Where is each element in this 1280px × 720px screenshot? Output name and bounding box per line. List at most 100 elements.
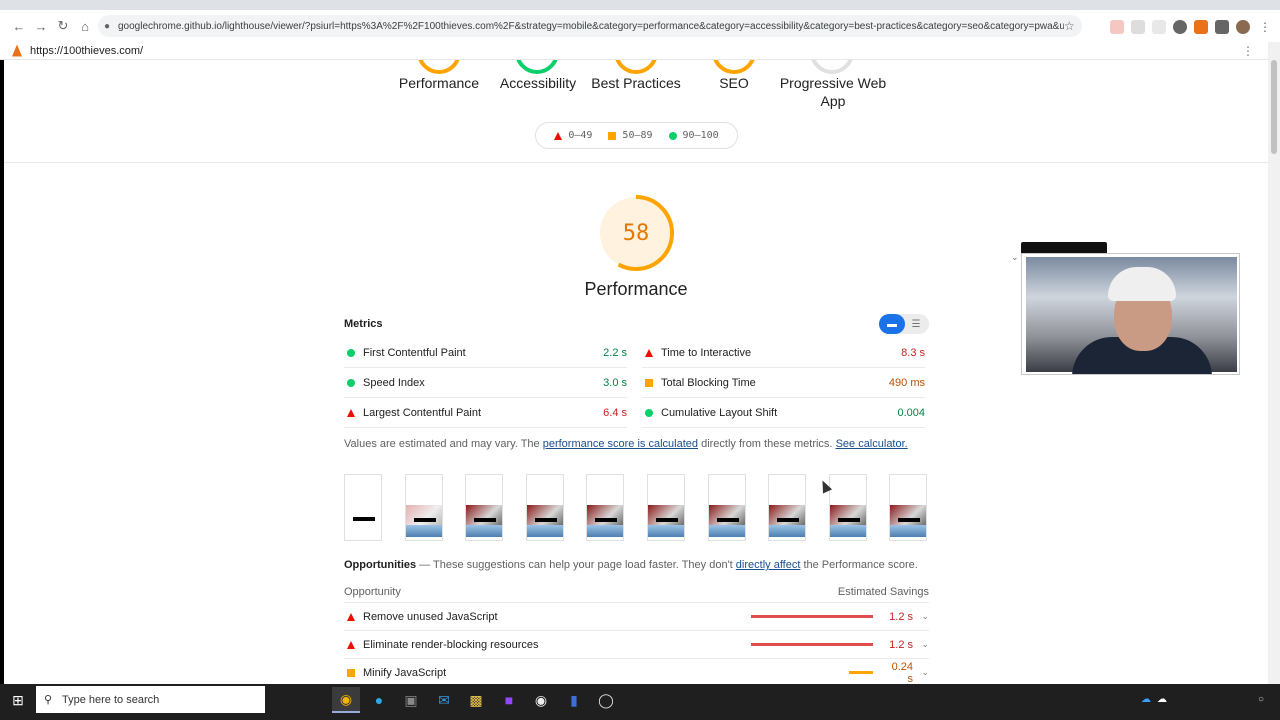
taskbar-search[interactable]: ⚲ Type here to search	[36, 686, 265, 713]
category-label[interactable]: Performance	[384, 74, 494, 92]
metric-row: First Contentful Paint 2.2 s	[344, 338, 627, 368]
filmstrip-frame	[768, 474, 807, 541]
performance-gauge[interactable]	[417, 60, 461, 74]
extension-icon[interactable]	[1173, 20, 1187, 34]
savings-bar	[849, 671, 873, 674]
extension-icon[interactable]	[1110, 20, 1124, 34]
see-calculator-link[interactable]: See calculator.	[836, 438, 908, 450]
column-savings: Estimated Savings	[837, 586, 929, 598]
metrics-view-toggle[interactable]: ▬ ☰	[879, 314, 929, 334]
category-label[interactable]: Best Practices	[581, 74, 691, 92]
metric-row: Largest Contentful Paint 6.4 s	[344, 398, 627, 428]
opportunity-savings: 0.24 s	[891, 660, 913, 685]
explorer-app-icon[interactable]: ▩	[462, 687, 490, 713]
category-label[interactable]: Progressive Web App	[778, 74, 888, 110]
docs-app-icon[interactable]: ▮	[560, 687, 588, 713]
reload-icon[interactable]: ↻	[52, 15, 74, 37]
webcam-video	[1026, 257, 1237, 374]
twitch-app-icon[interactable]: ■	[495, 687, 523, 713]
legend-average: 50–89	[622, 130, 653, 141]
obs-app-icon[interactable]: ◯	[592, 687, 620, 713]
average-square-icon	[645, 378, 653, 387]
fail-triangle-icon	[347, 408, 355, 417]
column-opportunity: Opportunity	[344, 586, 401, 598]
opportunities-header: Opportunities — These suggestions can he…	[344, 559, 944, 571]
edge-app-icon[interactable]: ●	[365, 687, 393, 713]
metric-name: Speed Index	[363, 376, 425, 389]
metric-value: 0.004	[897, 406, 925, 419]
opportunity-row[interactable]: Minify JavaScript 0.24 s ⌄	[344, 659, 929, 684]
scrollbar-thumb[interactable]	[1271, 60, 1277, 154]
fail-triangle-icon	[554, 131, 563, 140]
opportunities-desc: the Performance score.	[800, 559, 918, 571]
filmstrip-frame	[707, 474, 746, 541]
lock-icon: ●	[104, 20, 111, 32]
pass-circle-icon	[668, 131, 677, 140]
directly-affect-link[interactable]: directly affect	[736, 559, 801, 571]
address-bar[interactable]: ● googlechrome.github.io/lighthouse/view…	[98, 15, 1082, 37]
metric-name: Total Blocking Time	[661, 376, 756, 389]
seo-gauge[interactable]	[712, 60, 756, 74]
store-app-icon[interactable]: ▣	[397, 687, 425, 713]
expanded-view-icon[interactable]: ☰	[906, 314, 926, 334]
forward-icon[interactable]: →	[30, 15, 52, 37]
best-practices-gauge[interactable]	[614, 60, 658, 74]
fail-triangle-icon	[645, 348, 653, 357]
tab-strip	[0, 0, 1280, 10]
report-url[interactable]: https://100thieves.com/	[30, 45, 143, 57]
extension-icon[interactable]	[1131, 20, 1145, 34]
filmstrip-frame	[828, 474, 867, 541]
cloud-icon[interactable]: ☁	[1157, 694, 1167, 705]
pwa-gauge[interactable]	[810, 60, 854, 74]
page-scrollbar[interactable]	[1268, 42, 1280, 684]
app-icon[interactable]: ◉	[527, 687, 555, 713]
filmstrip-frame	[586, 474, 625, 541]
onedrive-icon[interactable]: ☁	[1141, 694, 1151, 705]
lighthouse-extension-icon[interactable]	[1194, 20, 1208, 34]
performance-score: 58	[622, 220, 650, 246]
score-calculated-link[interactable]: performance score is calculated	[543, 438, 698, 450]
back-icon[interactable]: ←	[8, 15, 30, 37]
home-icon[interactable]: ⌂	[74, 15, 96, 37]
search-placeholder: Type here to search	[62, 693, 160, 706]
opportunity-savings: 1.2 s	[889, 638, 913, 651]
fail-triangle-icon	[347, 612, 355, 621]
opportunity-row[interactable]: Remove unused JavaScript 1.2 s ⌄	[344, 603, 929, 631]
address-url[interactable]: googlechrome.github.io/lighthouse/viewer…	[118, 21, 1064, 32]
opportunity-name: Minify JavaScript	[363, 666, 447, 679]
report-menu-icon[interactable]: ⋮	[1242, 44, 1254, 58]
savings-bar	[751, 643, 873, 646]
start-icon[interactable]: ⊞	[4, 687, 32, 713]
compact-view-icon[interactable]: ▬	[879, 314, 905, 334]
filmstrip-frame	[525, 474, 564, 541]
chevron-down-icon[interactable]: ⌄	[913, 639, 929, 650]
opportunity-row[interactable]: Eliminate render-blocking resources 1.2 s…	[344, 631, 929, 659]
opportunities-desc: — These suggestions can help your page l…	[416, 559, 736, 571]
metric-value: 490 ms	[888, 376, 925, 389]
metrics-title: Metrics	[344, 318, 383, 330]
metrics-header: Metrics ▬ ☰	[344, 314, 929, 336]
accessibility-gauge[interactable]	[515, 60, 559, 74]
profile-avatar[interactable]	[1236, 20, 1250, 34]
bookmark-star-icon[interactable]: ☆	[1064, 19, 1082, 33]
windows-taskbar: ⊞ ⚲ Type here to search ◉ ● ▣ ✉ ▩ ■ ◉ ▮ …	[0, 684, 1280, 720]
savings-bar	[751, 615, 873, 618]
notification-icon[interactable]: ○	[1258, 694, 1264, 705]
score-legend: 0–49 50–89 90–100	[535, 122, 738, 149]
chrome-app-icon[interactable]: ◉	[332, 687, 360, 713]
menu-kebab-icon[interactable]: ⋮	[1259, 20, 1273, 34]
category-label[interactable]: SEO	[679, 74, 789, 92]
average-square-icon	[608, 131, 617, 140]
category-label[interactable]: Accessibility	[483, 74, 593, 92]
chevron-down-icon[interactable]: ⌄	[913, 667, 929, 678]
chevron-down-icon[interactable]: ⌄	[913, 611, 929, 622]
opportunities-columns: Opportunity Estimated Savings	[344, 583, 929, 603]
fail-triangle-icon	[347, 640, 355, 649]
extension-icon[interactable]	[1152, 20, 1166, 34]
metric-row: Cumulative Layout Shift 0.004	[642, 398, 925, 428]
opportunity-name: Remove unused JavaScript	[363, 610, 498, 623]
extensions-puzzle-icon[interactable]	[1215, 20, 1229, 34]
chevron-down-icon[interactable]: ⌄	[1011, 252, 1019, 263]
pass-circle-icon	[347, 348, 355, 357]
mail-app-icon[interactable]: ✉	[430, 687, 458, 713]
